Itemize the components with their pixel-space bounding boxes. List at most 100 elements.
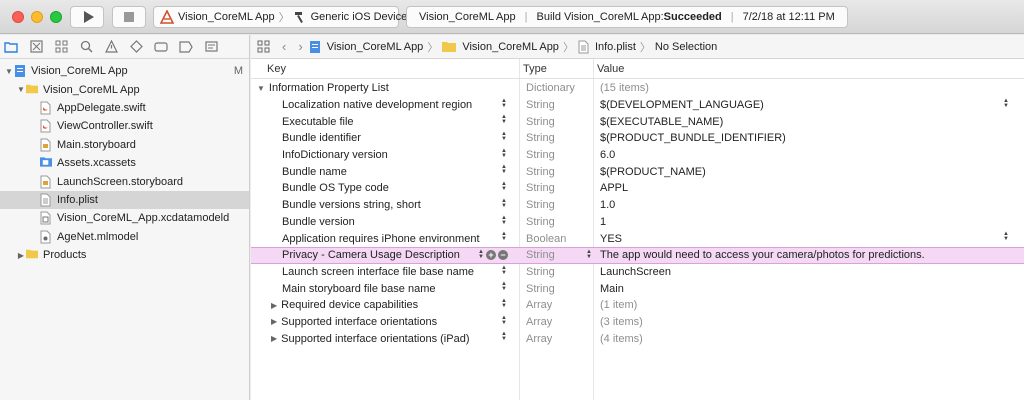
tree-file-row-selected[interactable]: Info.plist (0, 190, 249, 210)
plist-file-icon (40, 193, 52, 207)
tree-file-row[interactable]: AppDelegate.swift (0, 99, 249, 117)
project-file-icon (309, 40, 321, 54)
tree-file-row[interactable]: LaunchScreen.storyboard (0, 172, 249, 190)
project-name: Vision_CoreML App (31, 65, 128, 78)
plist-key: InfoDictionary version (282, 149, 388, 162)
key-stepper-icon[interactable]: ▲ ▼ (501, 281, 507, 292)
plist-row[interactable]: Bundle identifier ▲ ▼ String $(PRODUCT_BU… (251, 130, 1024, 147)
tree-file-row[interactable]: Vision_CoreML_App.xcdatamodeld (0, 209, 249, 227)
forward-arrow-icon[interactable]: › (298, 39, 302, 54)
disclosure-open-icon[interactable]: ▼ (257, 84, 265, 93)
plist-type: Array (526, 332, 553, 345)
plist-row[interactable]: Bundle OS Type code ▲ ▼ String APPL (251, 180, 1024, 197)
plist-row[interactable]: InfoDictionary version ▲ ▼ String 6.0 (251, 147, 1024, 164)
column-header-key[interactable]: Key (267, 59, 286, 78)
plist-row[interactable]: Bundle version ▲ ▼ String 1 (251, 214, 1024, 231)
plist-root-row[interactable]: ▼ Information Property List Dictionary (… (251, 80, 1024, 97)
run-button[interactable] (70, 6, 104, 28)
key-stepper-icon[interactable]: ▲ ▼ (501, 198, 507, 209)
test-diamond-icon[interactable] (129, 40, 143, 54)
plist-row[interactable]: ▶ Required device capabilities ▲ ▼ Array … (251, 297, 1024, 314)
tree-file-row[interactable]: ViewController.swift (0, 117, 249, 135)
disclosure-closed-icon[interactable]: ▶ (271, 334, 277, 343)
key-stepper-icon[interactable]: ▲ ▼ (501, 315, 507, 326)
tree-file-row[interactable]: Assets.xcassets (0, 154, 249, 172)
tree-project-row[interactable]: ▼ Vision_CoreML App M (0, 62, 249, 80)
plist-key: Bundle version (282, 215, 355, 228)
key-stepper-icon[interactable]: ▲ ▼ (501, 181, 507, 192)
plist-value[interactable]: The app would need to access your camera… (600, 248, 1000, 263)
report-icon[interactable] (204, 40, 218, 54)
key-stepper-icon[interactable]: ▲ ▼ (501, 114, 507, 125)
folder-icon[interactable] (4, 40, 18, 54)
plist-value: $(EXECUTABLE_NAME) (600, 115, 724, 128)
plist-row[interactable]: Main storyboard file base name ▲ ▼ String… (251, 280, 1024, 297)
chevron-right-icon: 〉 (278, 12, 290, 24)
search-icon[interactable] (79, 40, 93, 54)
key-stepper-icon[interactable]: ▲ ▼ (501, 215, 507, 226)
key-stepper-icon[interactable]: ▲ ▼ (501, 298, 507, 309)
plist-type: String (526, 115, 555, 128)
debug-icon[interactable] (154, 40, 168, 54)
stop-button[interactable] (112, 6, 146, 28)
key-stepper-icon[interactable]: ▲ ▼ (501, 131, 507, 142)
key-stepper-icon[interactable]: ▲ ▼ (501, 231, 507, 242)
storyboard-file-icon (40, 138, 52, 152)
back-arrow-icon[interactable]: ‹ (282, 39, 286, 54)
plist-key: Localization native development region (282, 99, 473, 112)
plist-row[interactable]: ▶ Supported interface orientations (iPad… (251, 330, 1024, 347)
close-window-button[interactable] (12, 11, 24, 23)
disclosure-open-icon[interactable]: ▼ (16, 85, 26, 94)
breadcrumb-project[interactable]: Vision_CoreML App (327, 41, 424, 53)
symbol-navigator-icon[interactable] (54, 40, 68, 54)
key-stepper-icon[interactable]: ▲ ▼ (501, 98, 507, 109)
plist-row[interactable]: Executable file ▲ ▼ String $(EXECUTABLE_N… (251, 113, 1024, 130)
jump-bar: ‹ › Vision_CoreML App 〉 Vision_CoreML Ap… (251, 35, 1024, 59)
column-header-value[interactable]: Value (597, 59, 624, 78)
plist-row[interactable]: Bundle versions string, short ▲ ▼ String … (251, 197, 1024, 214)
key-stepper-icon[interactable]: ▲ ▼ (501, 265, 507, 276)
activity-project: Vision_CoreML App (419, 11, 516, 23)
disclosure-closed-icon[interactable]: ▶ (271, 317, 277, 326)
plist-row[interactable]: Launch screen interface file base name ▲… (251, 264, 1024, 281)
disclosure-open-icon[interactable]: ▼ (4, 67, 14, 76)
tree-products-row[interactable]: ▶ Products (0, 246, 249, 264)
breadcrumb-file[interactable]: Info.plist (595, 41, 636, 53)
breakpoint-icon[interactable] (179, 40, 193, 54)
type-stepper-icon[interactable]: ▲ ▼ (586, 249, 592, 260)
tree-file-row[interactable]: AgeNet.mlmodel (0, 228, 249, 246)
plist-row[interactable]: Localization native development region ▲… (251, 97, 1024, 114)
breadcrumb-group[interactable]: Vision_CoreML App (462, 41, 559, 53)
tree-file-row[interactable]: Main.storyboard (0, 136, 249, 154)
key-stepper-icon[interactable]: ▲ ▼ (478, 249, 484, 260)
app-target-icon (160, 10, 174, 24)
zoom-window-button[interactable] (50, 11, 62, 23)
breadcrumb-selection[interactable]: No Selection (655, 41, 717, 53)
remove-row-icon[interactable]: − (497, 250, 508, 261)
plist-type: String (526, 182, 555, 195)
plist-row[interactable]: ▶ Supported interface orientations ▲ ▼ Ar… (251, 314, 1024, 331)
value-stepper-icon[interactable]: ▲ ▼ (1003, 98, 1009, 109)
file-name: ViewController.swift (57, 120, 153, 133)
disclosure-closed-icon[interactable]: ▶ (271, 301, 277, 310)
key-stepper-icon[interactable]: ▲ ▼ (501, 148, 507, 159)
related-items-grid-icon[interactable] (257, 40, 270, 53)
hammer-icon (294, 11, 307, 24)
add-row-icon[interactable]: + (485, 250, 496, 261)
plist-row[interactable]: Application requires iPhone environment … (251, 230, 1024, 247)
source-control-icon[interactable] (29, 40, 43, 54)
plist-row[interactable]: Bundle name ▲ ▼ String $(PRODUCT_NAME) (251, 163, 1024, 180)
disclosure-closed-icon[interactable]: ▶ (16, 251, 26, 260)
plist-type: Array (526, 299, 553, 312)
value-stepper-icon[interactable]: ▲ ▼ (1003, 231, 1009, 242)
minimize-window-button[interactable] (31, 11, 43, 23)
column-header-type[interactable]: Type (523, 59, 547, 78)
key-stepper-icon[interactable]: ▲ ▼ (501, 164, 507, 175)
activity-viewer: Vision_CoreML App | Build Vision_CoreML … (406, 6, 848, 28)
tree-group-row[interactable]: ▼ Vision_CoreML App (0, 80, 249, 98)
key-stepper-icon[interactable]: ▲ ▼ (501, 331, 507, 342)
scheme-selector[interactable]: Vision_CoreML App 〉 Generic iOS Device (153, 6, 407, 28)
warning-icon[interactable] (104, 40, 118, 54)
plist-row-selected[interactable]: Privacy - Camera Usage Description ▲ ▼ + … (251, 246, 1024, 264)
plist-value: $(DEVELOPMENT_LANGUAGE) (600, 99, 764, 112)
